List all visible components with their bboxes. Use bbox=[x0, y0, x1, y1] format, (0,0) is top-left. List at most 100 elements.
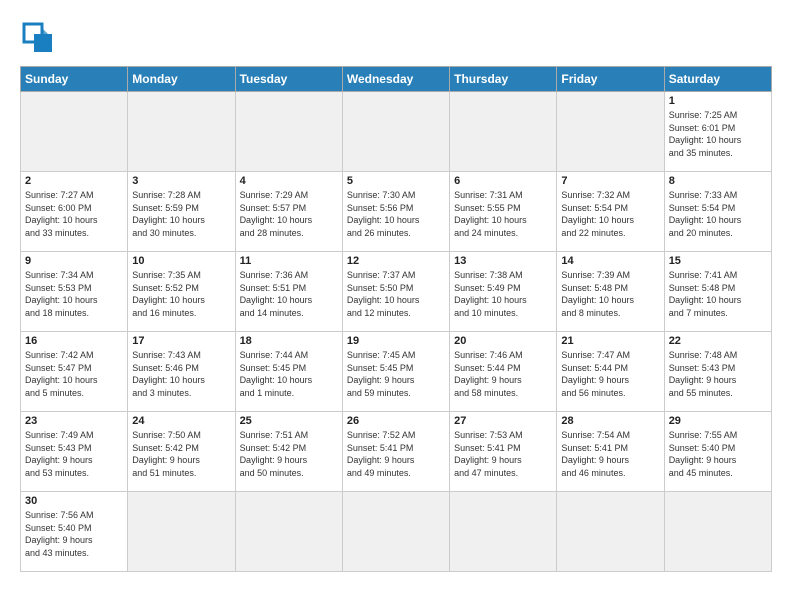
day-info: Sunrise: 7:43 AM Sunset: 5:46 PM Dayligh… bbox=[132, 349, 230, 399]
day-number: 18 bbox=[240, 335, 338, 347]
day-info: Sunrise: 7:56 AM Sunset: 5:40 PM Dayligh… bbox=[25, 509, 123, 559]
calendar-cell: 24 Sunrise: 7:50 AM Sunset: 5:42 PM Dayli… bbox=[128, 412, 235, 492]
calendar-row: 9 Sunrise: 7:34 AM Sunset: 5:53 PM Daylig… bbox=[21, 252, 772, 332]
day-number: 1 bbox=[669, 95, 767, 107]
calendar-cell: 4 Sunrise: 7:29 AM Sunset: 5:57 PM Daylig… bbox=[235, 172, 342, 252]
header bbox=[20, 20, 772, 56]
calendar-cell: 2Sunrise: 7:27 AM Sunset: 6:00 PM Daylig… bbox=[21, 172, 128, 252]
day-info: Sunrise: 7:55 AM Sunset: 5:40 PM Dayligh… bbox=[669, 429, 767, 479]
calendar-cell: 1Sunrise: 7:25 AM Sunset: 6:01 PM Daylig… bbox=[664, 92, 771, 172]
calendar-cell bbox=[450, 92, 557, 172]
day-number: 15 bbox=[669, 255, 767, 267]
calendar-cell: 27 Sunrise: 7:53 AM Sunset: 5:41 PM Dayli… bbox=[450, 412, 557, 492]
calendar-cell: 17 Sunrise: 7:43 AM Sunset: 5:46 PM Dayli… bbox=[128, 332, 235, 412]
calendar-cell bbox=[342, 492, 449, 572]
day-info: Sunrise: 7:52 AM Sunset: 5:41 PM Dayligh… bbox=[347, 429, 445, 479]
day-number: 13 bbox=[454, 255, 552, 267]
calendar-cell: 13 Sunrise: 7:38 AM Sunset: 5:49 PM Dayli… bbox=[450, 252, 557, 332]
calendar-cell: 11 Sunrise: 7:36 AM Sunset: 5:51 PM Dayli… bbox=[235, 252, 342, 332]
day-number: 25 bbox=[240, 415, 338, 427]
calendar-row: 23 Sunrise: 7:49 AM Sunset: 5:43 PM Dayli… bbox=[21, 412, 772, 492]
day-number: 14 bbox=[561, 255, 659, 267]
calendar-cell bbox=[342, 92, 449, 172]
day-info: Sunrise: 7:38 AM Sunset: 5:49 PM Dayligh… bbox=[454, 269, 552, 319]
calendar-cell bbox=[235, 492, 342, 572]
day-info: Sunrise: 7:31 AM Sunset: 5:55 PM Dayligh… bbox=[454, 189, 552, 239]
calendar-row: 1Sunrise: 7:25 AM Sunset: 6:01 PM Daylig… bbox=[21, 92, 772, 172]
calendar-cell: 5Sunrise: 7:30 AM Sunset: 5:56 PM Daylig… bbox=[342, 172, 449, 252]
calendar-cell bbox=[557, 492, 664, 572]
day-info: Sunrise: 7:35 AM Sunset: 5:52 PM Dayligh… bbox=[132, 269, 230, 319]
day-info: Sunrise: 7:51 AM Sunset: 5:42 PM Dayligh… bbox=[240, 429, 338, 479]
weekday-header-sunday: Sunday bbox=[21, 67, 128, 92]
day-info: Sunrise: 7:39 AM Sunset: 5:48 PM Dayligh… bbox=[561, 269, 659, 319]
calendar-row: 2Sunrise: 7:27 AM Sunset: 6:00 PM Daylig… bbox=[21, 172, 772, 252]
day-info: Sunrise: 7:34 AM Sunset: 5:53 PM Dayligh… bbox=[25, 269, 123, 319]
day-info: Sunrise: 7:45 AM Sunset: 5:45 PM Dayligh… bbox=[347, 349, 445, 399]
day-number: 29 bbox=[669, 415, 767, 427]
day-info: Sunrise: 7:28 AM Sunset: 5:59 PM Dayligh… bbox=[132, 189, 230, 239]
logo-icon bbox=[20, 20, 56, 56]
day-number: 17 bbox=[132, 335, 230, 347]
weekday-header-saturday: Saturday bbox=[664, 67, 771, 92]
weekday-header-tuesday: Tuesday bbox=[235, 67, 342, 92]
calendar-cell: 21 Sunrise: 7:47 AM Sunset: 5:44 PM Dayli… bbox=[557, 332, 664, 412]
day-number: 11 bbox=[240, 255, 338, 267]
calendar-cell: 16Sunrise: 7:42 AM Sunset: 5:47 PM Dayli… bbox=[21, 332, 128, 412]
calendar-cell: 7 Sunrise: 7:32 AM Sunset: 5:54 PM Daylig… bbox=[557, 172, 664, 252]
calendar-cell: 8Sunrise: 7:33 AM Sunset: 5:54 PM Daylig… bbox=[664, 172, 771, 252]
day-number: 24 bbox=[132, 415, 230, 427]
calendar-cell: 10 Sunrise: 7:35 AM Sunset: 5:52 PM Dayli… bbox=[128, 252, 235, 332]
calendar-cell: 28Sunrise: 7:54 AM Sunset: 5:41 PM Dayli… bbox=[557, 412, 664, 492]
calendar-cell: 22Sunrise: 7:48 AM Sunset: 5:43 PM Dayli… bbox=[664, 332, 771, 412]
calendar-cell: 9 Sunrise: 7:34 AM Sunset: 5:53 PM Daylig… bbox=[21, 252, 128, 332]
day-number: 3 bbox=[132, 175, 230, 187]
day-number: 19 bbox=[347, 335, 445, 347]
day-number: 7 bbox=[561, 175, 659, 187]
day-number: 26 bbox=[347, 415, 445, 427]
calendar-cell: 6 Sunrise: 7:31 AM Sunset: 5:55 PM Daylig… bbox=[450, 172, 557, 252]
day-number: 9 bbox=[25, 255, 123, 267]
day-number: 27 bbox=[454, 415, 552, 427]
day-info: Sunrise: 7:36 AM Sunset: 5:51 PM Dayligh… bbox=[240, 269, 338, 319]
day-info: Sunrise: 7:32 AM Sunset: 5:54 PM Dayligh… bbox=[561, 189, 659, 239]
calendar-row: 30 Sunrise: 7:56 AM Sunset: 5:40 PM Dayli… bbox=[21, 492, 772, 572]
calendar-cell bbox=[235, 92, 342, 172]
calendar-cell: 26 Sunrise: 7:52 AM Sunset: 5:41 PM Dayli… bbox=[342, 412, 449, 492]
day-number: 30 bbox=[25, 495, 123, 507]
weekday-header-friday: Friday bbox=[557, 67, 664, 92]
day-info: Sunrise: 7:50 AM Sunset: 5:42 PM Dayligh… bbox=[132, 429, 230, 479]
calendar-cell: 12Sunrise: 7:37 AM Sunset: 5:50 PM Dayli… bbox=[342, 252, 449, 332]
calendar-cell: 25 Sunrise: 7:51 AM Sunset: 5:42 PM Dayli… bbox=[235, 412, 342, 492]
day-number: 21 bbox=[561, 335, 659, 347]
day-number: 4 bbox=[240, 175, 338, 187]
weekday-header-thursday: Thursday bbox=[450, 67, 557, 92]
day-info: Sunrise: 7:53 AM Sunset: 5:41 PM Dayligh… bbox=[454, 429, 552, 479]
day-number: 10 bbox=[132, 255, 230, 267]
day-info: Sunrise: 7:41 AM Sunset: 5:48 PM Dayligh… bbox=[669, 269, 767, 319]
page: SundayMondayTuesdayWednesdayThursdayFrid… bbox=[0, 0, 792, 592]
calendar-cell: 18Sunrise: 7:44 AM Sunset: 5:45 PM Dayli… bbox=[235, 332, 342, 412]
day-info: Sunrise: 7:29 AM Sunset: 5:57 PM Dayligh… bbox=[240, 189, 338, 239]
calendar-cell bbox=[664, 492, 771, 572]
calendar-cell: 30 Sunrise: 7:56 AM Sunset: 5:40 PM Dayli… bbox=[21, 492, 128, 572]
day-number: 5 bbox=[347, 175, 445, 187]
day-info: Sunrise: 7:42 AM Sunset: 5:47 PM Dayligh… bbox=[25, 349, 123, 399]
weekday-header-monday: Monday bbox=[128, 67, 235, 92]
day-number: 6 bbox=[454, 175, 552, 187]
calendar-cell bbox=[450, 492, 557, 572]
day-info: Sunrise: 7:47 AM Sunset: 5:44 PM Dayligh… bbox=[561, 349, 659, 399]
day-info: Sunrise: 7:54 AM Sunset: 5:41 PM Dayligh… bbox=[561, 429, 659, 479]
day-info: Sunrise: 7:33 AM Sunset: 5:54 PM Dayligh… bbox=[669, 189, 767, 239]
calendar-cell: 14 Sunrise: 7:39 AM Sunset: 5:48 PM Dayli… bbox=[557, 252, 664, 332]
day-number: 23 bbox=[25, 415, 123, 427]
calendar-cell bbox=[128, 492, 235, 572]
day-info: Sunrise: 7:27 AM Sunset: 6:00 PM Dayligh… bbox=[25, 189, 123, 239]
weekday-header-wednesday: Wednesday bbox=[342, 67, 449, 92]
calendar: SundayMondayTuesdayWednesdayThursdayFrid… bbox=[20, 66, 772, 572]
day-info: Sunrise: 7:49 AM Sunset: 5:43 PM Dayligh… bbox=[25, 429, 123, 479]
day-number: 20 bbox=[454, 335, 552, 347]
calendar-cell: 20Sunrise: 7:46 AM Sunset: 5:44 PM Dayli… bbox=[450, 332, 557, 412]
day-info: Sunrise: 7:37 AM Sunset: 5:50 PM Dayligh… bbox=[347, 269, 445, 319]
calendar-cell bbox=[21, 92, 128, 172]
